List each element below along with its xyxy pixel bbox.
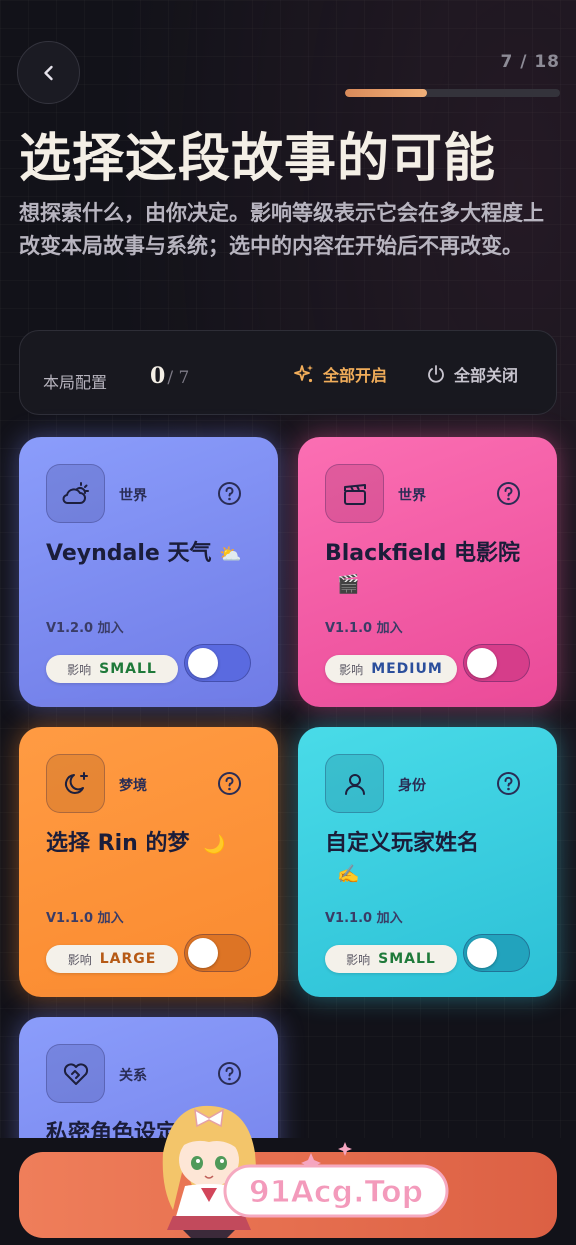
impact-level: LARGE (99, 951, 157, 967)
config-count-value: 0 (150, 363, 166, 389)
page-title: 选择这段故事的可能 (19, 129, 497, 189)
card-icon-frame (325, 464, 384, 523)
feature-toggle[interactable] (184, 934, 251, 972)
impact-label: 影响 (339, 662, 364, 677)
back-button[interactable] (17, 41, 80, 104)
page-subtitle: 想探索什么，由你决定。影响等级表示它会在多大程度上改变本局故事与系统；选中的内容… (19, 201, 544, 258)
card-category: 身份 (398, 778, 426, 794)
impact-level: SMALL (378, 951, 436, 967)
heart-handshake-icon (63, 1062, 88, 1085)
card-version: V1.1.0 加入 (325, 911, 403, 926)
power-icon (428, 365, 444, 383)
card-category: 梦境 (119, 778, 147, 794)
impact-label: 影响 (67, 952, 92, 967)
card-category: 世界 (398, 488, 426, 504)
impact-badge: 影响 SMALL (325, 945, 457, 973)
impact-level: SMALL (99, 661, 157, 677)
help-icon[interactable] (217, 1061, 242, 1086)
card-title: Veyndale 天气 ⛅ (46, 539, 258, 570)
card-title: 自定义玩家姓名 ✍️ (325, 829, 537, 890)
card-version: V1.1.0 加入 (325, 621, 403, 636)
watermark-text: 91Acg.Top (249, 1175, 423, 1210)
enable-all-label: 全部开启 (323, 366, 388, 385)
help-icon[interactable] (217, 771, 242, 796)
config-count: 0/ 7 (150, 363, 189, 389)
help-icon[interactable] (217, 481, 242, 506)
card-title-text: 选择 Rin 的梦 (46, 831, 190, 856)
progress-bar (345, 89, 560, 97)
writing-hand-emoji: ✍️ (337, 864, 360, 885)
card-icon-frame (325, 754, 384, 813)
user-icon (344, 773, 365, 795)
mascot-watermark: 91Acg.Top (162, 1105, 449, 1238)
toggle-knob (467, 648, 497, 678)
config-count-total: / 7 (167, 368, 190, 388)
impact-label: 影响 (67, 662, 92, 677)
progress-fill (345, 89, 427, 97)
impact-badge: 影响 LARGE (46, 945, 178, 973)
weather-emoji: ⛅ (219, 544, 242, 565)
card-title-text: Blackfield 电影院 (325, 541, 521, 566)
card-category: 世界 (119, 488, 147, 504)
toggle-knob (188, 648, 218, 678)
weather-cloud-icon (62, 481, 89, 504)
disable-all-button[interactable]: 全部关闭 (426, 362, 518, 386)
clapperboard-icon (343, 483, 366, 505)
sparkle-icon (294, 365, 313, 383)
impact-level: MEDIUM (371, 661, 443, 677)
feature-card-dream[interactable]: 梦境 选择 Rin 的梦 🌙 V1.1.0 加入 影响 LARGE (19, 727, 278, 997)
card-icon-frame (46, 754, 105, 813)
card-title: Blackfield 电影院 🎬 (325, 539, 537, 600)
moon-emoji: 🌙 (203, 834, 226, 855)
feature-card-cinema[interactable]: 世界 Blackfield 电影院 🎬 V1.1.0 加入 影响 MEDIUM (298, 437, 557, 707)
feature-toggle[interactable] (463, 934, 530, 972)
help-icon[interactable] (496, 771, 521, 796)
enable-all-button[interactable]: 全部开启 (293, 362, 387, 386)
config-label: 本局配置 (43, 373, 108, 392)
chevron-left-icon (43, 65, 53, 80)
card-title: 选择 Rin 的梦 🌙 (46, 829, 258, 860)
feature-toggle[interactable] (463, 644, 530, 682)
clapper-emoji: 🎬 (337, 574, 360, 595)
feature-card-weather[interactable]: 世界 Veyndale 天气 ⛅ V1.2.0 加入 影响 SMALL (19, 437, 278, 707)
step-counter: 7 / 18 (500, 52, 560, 72)
toggle-knob (467, 938, 497, 968)
card-icon-frame (46, 464, 105, 523)
impact-badge: 影响 MEDIUM (325, 655, 457, 683)
feature-card-identity[interactable]: 身份 自定义玩家姓名 ✍️ V1.1.0 加入 影响 SMALL (298, 727, 557, 997)
card-version: V1.1.0 加入 (46, 911, 124, 926)
feature-toggle[interactable] (184, 644, 251, 682)
card-icon-frame (46, 1044, 105, 1103)
card-title-text: 自定义玩家姓名 (325, 831, 480, 856)
help-icon[interactable] (496, 481, 521, 506)
toggle-knob (188, 938, 218, 968)
card-category: 关系 (119, 1068, 147, 1084)
impact-badge: 影响 SMALL (46, 655, 178, 683)
impact-label: 影响 (346, 952, 371, 967)
card-title-text: Veyndale 天气 (46, 541, 212, 566)
config-bar: 本局配置 0/ 7 全部开启 全部关闭 (19, 330, 557, 415)
card-version: V1.2.0 加入 (46, 621, 124, 636)
disable-all-label: 全部关闭 (454, 366, 519, 385)
moon-sparkle-icon (64, 771, 88, 794)
